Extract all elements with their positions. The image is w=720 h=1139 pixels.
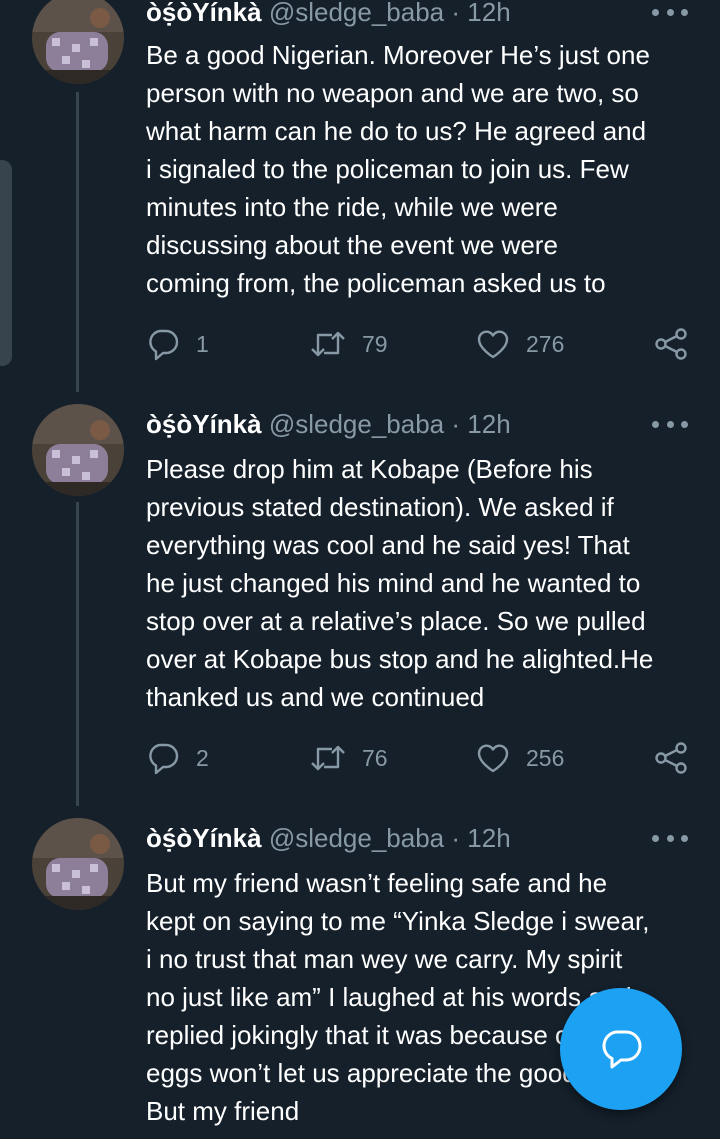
author-handle[interactable]: @sledge_baba xyxy=(269,823,444,853)
thread-connector-line xyxy=(76,92,79,392)
header-separator: · xyxy=(451,823,461,853)
reply-count: 1 xyxy=(196,330,209,357)
header-separator: · xyxy=(451,0,461,27)
reply-button[interactable]: 1 xyxy=(146,326,209,362)
tweet-actions: 2 76 256 xyxy=(146,740,692,776)
reply-icon xyxy=(149,743,179,775)
tweet-timestamp[interactable]: 12h xyxy=(467,823,510,853)
author-name[interactable]: òṣ́òYínkà xyxy=(146,823,262,853)
reply-icon xyxy=(149,329,179,361)
reply-count: 2 xyxy=(196,744,209,771)
retweet-icon xyxy=(311,331,345,357)
twitter-thread-screen: òṣ́òYínkà @sledge_baba · 12h Be a good N… xyxy=(0,0,720,1139)
retweet-count: 79 xyxy=(362,330,388,357)
retweet-count: 76 xyxy=(362,744,388,771)
thread-connector-line xyxy=(76,502,79,806)
tweet-timestamp[interactable]: 12h xyxy=(467,0,510,27)
share-button[interactable] xyxy=(654,326,688,362)
reply-button[interactable]: 2 xyxy=(146,740,209,776)
share-icon xyxy=(655,328,687,360)
avatar[interactable] xyxy=(32,0,124,84)
more-options-icon[interactable] xyxy=(652,6,688,18)
tweet-header: òṣ́òYínkà @sledge_baba · 12h xyxy=(146,0,511,28)
like-button[interactable]: 256 xyxy=(476,740,564,776)
more-options-icon[interactable] xyxy=(652,832,688,844)
like-icon xyxy=(477,744,509,773)
retweet-button[interactable]: 79 xyxy=(310,326,388,362)
like-icon xyxy=(477,330,509,359)
more-options-icon[interactable] xyxy=(652,418,688,430)
retweet-button[interactable]: 76 xyxy=(310,740,388,776)
tweet-timestamp[interactable]: 12h xyxy=(467,409,510,439)
like-count: 276 xyxy=(526,330,565,357)
tweet-header: òṣ́òYínkà @sledge_baba · 12h xyxy=(146,822,511,854)
avatar-photo-icon xyxy=(32,0,124,84)
header-separator: · xyxy=(451,409,461,439)
like-count: 256 xyxy=(526,744,565,771)
author-handle[interactable]: @sledge_baba xyxy=(269,409,444,439)
edge-swipe-handle[interactable] xyxy=(0,160,12,366)
share-button[interactable] xyxy=(654,740,688,776)
author-name[interactable]: òṣ́òYínkà xyxy=(146,409,262,439)
author-name[interactable]: òṣ́òYínkà xyxy=(146,0,262,27)
avatar-photo-icon xyxy=(32,404,124,496)
share-icon xyxy=(655,742,687,774)
tweet-text: Please drop him at Kobape (Before his pr… xyxy=(146,454,654,712)
like-button[interactable]: 276 xyxy=(476,326,564,362)
compose-reply-icon xyxy=(602,1030,642,1069)
retweet-icon xyxy=(311,745,345,771)
tweet-text: Be a good Nigerian. Moreover He’s just o… xyxy=(146,40,650,298)
compose-reply-button[interactable] xyxy=(560,988,682,1110)
avatar[interactable] xyxy=(32,404,124,496)
avatar[interactable] xyxy=(32,818,124,910)
tweet-actions: 1 79 276 xyxy=(146,326,692,362)
tweet-header: òṣ́òYínkà @sledge_baba · 12h xyxy=(146,408,511,440)
author-handle[interactable]: @sledge_baba xyxy=(269,0,444,27)
avatar-photo-icon xyxy=(32,818,124,910)
